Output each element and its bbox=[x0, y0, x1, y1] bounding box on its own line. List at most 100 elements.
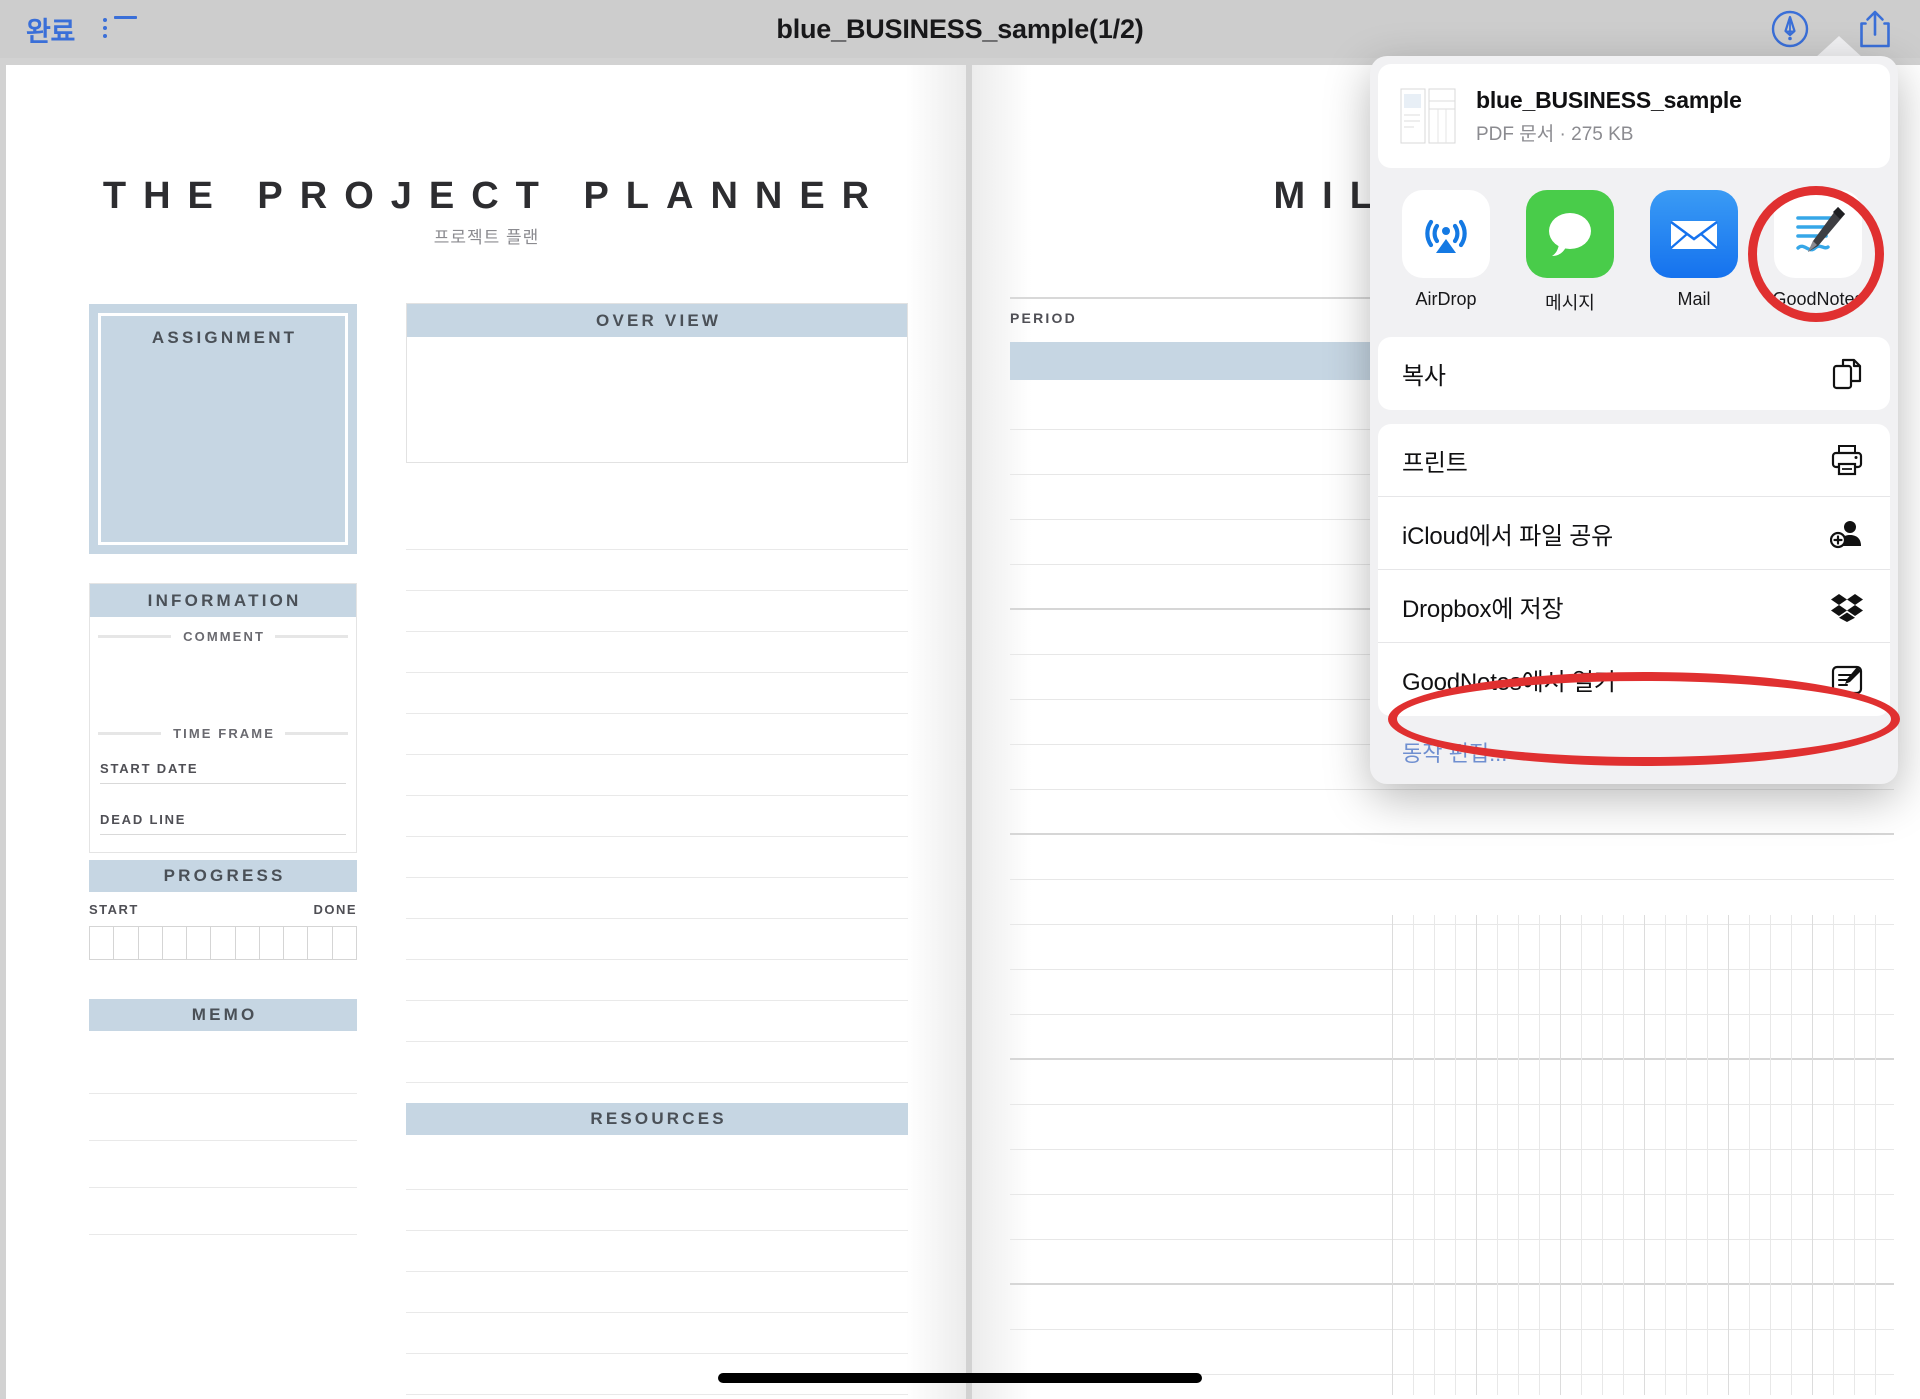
ruled-line bbox=[406, 714, 908, 755]
ruled-line bbox=[1010, 925, 1894, 970]
icloud-share-action-row[interactable]: iCloud에서 파일 공유 bbox=[1378, 497, 1890, 570]
share-sheet: blue_BUSINESS_sample PDF 문서 · 275 KB Air… bbox=[1370, 56, 1898, 784]
dropbox-icon bbox=[1828, 587, 1866, 625]
comment-label: COMMENT bbox=[183, 628, 265, 644]
share-app-messages[interactable]: 메시지 bbox=[1522, 190, 1618, 315]
ruled-line bbox=[1010, 1105, 1894, 1150]
share-app-label: 메시지 bbox=[1545, 293, 1595, 313]
rule-line-left bbox=[98, 634, 172, 638]
ruled-line bbox=[406, 632, 908, 673]
pdf-page-left: THE PROJECT PLANNER 프로젝트 플랜 ASSIGNMENT I… bbox=[6, 65, 966, 1399]
share-app-goodnotes[interactable]: GoodNotes bbox=[1770, 190, 1866, 315]
mail-icon bbox=[1650, 190, 1738, 278]
copy-action-label: 복사 bbox=[1402, 363, 1446, 390]
ruled-line bbox=[1010, 1330, 1894, 1375]
ruled-line bbox=[406, 919, 908, 960]
resources-ruled-lines bbox=[406, 1149, 908, 1399]
share-action-list: 복사 프린트 iCloud에서 파일 공유 Dropbox에 저장 GoodNo… bbox=[1378, 337, 1890, 768]
period-label: PERIOD bbox=[1010, 310, 1077, 326]
ruled-line bbox=[406, 1231, 908, 1272]
ruled-line bbox=[89, 1141, 357, 1188]
progress-cell bbox=[89, 926, 114, 960]
share-file-meta: PDF 문서 · 275 KB bbox=[1476, 123, 1634, 145]
share-action-group-1: 복사 bbox=[1378, 337, 1890, 410]
share-app-mail[interactable]: Mail bbox=[1646, 190, 1742, 315]
printer-icon bbox=[1828, 441, 1866, 479]
ruled-line bbox=[1010, 1015, 1894, 1060]
print-action-label: 프린트 bbox=[1402, 449, 1468, 477]
ruled-line bbox=[406, 509, 908, 550]
share-file-info: blue_BUSINESS_sample PDF 문서 · 275 KB bbox=[1476, 87, 1742, 146]
copy-icon bbox=[1828, 355, 1866, 393]
dead-line-field: DEAD LINE bbox=[100, 812, 346, 835]
comment-label-row: COMMENT bbox=[98, 628, 349, 644]
ruled-line bbox=[406, 1042, 908, 1083]
share-sheet-caret bbox=[1815, 36, 1863, 58]
notes-ruled-lines bbox=[406, 509, 908, 1083]
ruled-line bbox=[1010, 1060, 1894, 1105]
start-date-field: START DATE bbox=[100, 761, 346, 784]
print-action-row[interactable]: 프린트 bbox=[1378, 424, 1890, 497]
icloud-share-action-label: iCloud에서 파일 공유 bbox=[1402, 522, 1614, 550]
goodnotes-icon bbox=[1774, 190, 1862, 278]
goodnotes-open-icon bbox=[1828, 661, 1866, 699]
progress-cell bbox=[113, 926, 138, 960]
ruled-line bbox=[406, 550, 908, 591]
ruled-line bbox=[406, 796, 908, 837]
share-app-notes[interactable] bbox=[1894, 190, 1898, 315]
share-app-label: AirDrop bbox=[1415, 289, 1477, 309]
progress-cell bbox=[137, 926, 162, 960]
over-view-header: OVER VIEW bbox=[407, 304, 907, 337]
share-app-row[interactable]: AirDrop 메시지 Mail GoodNotes bbox=[1370, 168, 1898, 329]
rule-line-left bbox=[98, 731, 162, 735]
ruled-line bbox=[1010, 880, 1894, 925]
share-app-label: GoodNotes bbox=[1772, 289, 1864, 309]
ruled-line bbox=[406, 1001, 908, 1042]
ruled-line bbox=[406, 1190, 908, 1231]
done-button[interactable]: 완료 bbox=[26, 10, 75, 49]
share-file-card[interactable]: blue_BUSINESS_sample PDF 문서 · 275 KB bbox=[1378, 64, 1890, 168]
ruled-line bbox=[406, 837, 908, 878]
ruled-line bbox=[406, 1149, 908, 1190]
dropbox-save-action-row[interactable]: Dropbox에 저장 bbox=[1378, 570, 1890, 643]
over-view-panel: OVER VIEW bbox=[406, 303, 908, 463]
planner-subtitle: 프로젝트 플랜 bbox=[433, 228, 540, 247]
edit-actions-button[interactable]: 동작 편집... bbox=[1378, 730, 1890, 768]
time-frame-label: TIME FRAME bbox=[173, 725, 275, 741]
progress-cell bbox=[331, 926, 357, 960]
ruled-line bbox=[89, 1047, 357, 1094]
home-indicator bbox=[718, 1373, 1202, 1383]
progress-cell bbox=[161, 926, 187, 960]
pdf-document-thumbnail bbox=[1400, 85, 1456, 147]
ruled-line bbox=[1010, 1240, 1894, 1285]
ruled-line bbox=[89, 1188, 357, 1235]
progress-cell bbox=[283, 926, 308, 960]
ruled-line bbox=[406, 1272, 908, 1313]
copy-action-row[interactable]: 복사 bbox=[1378, 337, 1890, 410]
goodnotes-open-action-label: GoodNotes에서 열기 bbox=[1402, 669, 1616, 696]
assignment-box: ASSIGNMENT bbox=[89, 304, 357, 554]
ruled-line bbox=[1010, 1150, 1894, 1195]
share-action-group-2: 프린트 iCloud에서 파일 공유 Dropbox에 저장 GoodNotes… bbox=[1378, 424, 1890, 716]
rule-line-right bbox=[285, 731, 349, 735]
ruled-line bbox=[1010, 970, 1894, 1015]
share-app-airdrop[interactable]: AirDrop bbox=[1398, 190, 1494, 315]
nav-left-group: 완료 bbox=[0, 10, 138, 49]
information-panel: INFORMATION COMMENT TIME FRAME START DAT… bbox=[89, 583, 357, 853]
markup-pen-icon[interactable] bbox=[1770, 9, 1810, 49]
ruled-line bbox=[406, 673, 908, 714]
ruled-line bbox=[1010, 1195, 1894, 1240]
add-person-icon bbox=[1828, 514, 1866, 552]
airdrop-icon bbox=[1402, 190, 1490, 278]
list-bullet-icon[interactable] bbox=[103, 16, 138, 42]
time-frame-label-row: TIME FRAME bbox=[98, 725, 349, 741]
rule-line-right bbox=[274, 634, 349, 638]
goodnotes-open-action-row[interactable]: GoodNotes에서 열기 bbox=[1378, 643, 1890, 716]
memo-header: MEMO bbox=[89, 999, 357, 1031]
progress-cell bbox=[258, 926, 284, 960]
progress-cell bbox=[210, 926, 235, 960]
progress-cell bbox=[186, 926, 211, 960]
page-edge-shadow bbox=[906, 65, 966, 1399]
information-header: INFORMATION bbox=[90, 584, 356, 617]
top-navigation-bar: 완료 blue_BUSINESS_sample(1/2) bbox=[0, 0, 1920, 58]
